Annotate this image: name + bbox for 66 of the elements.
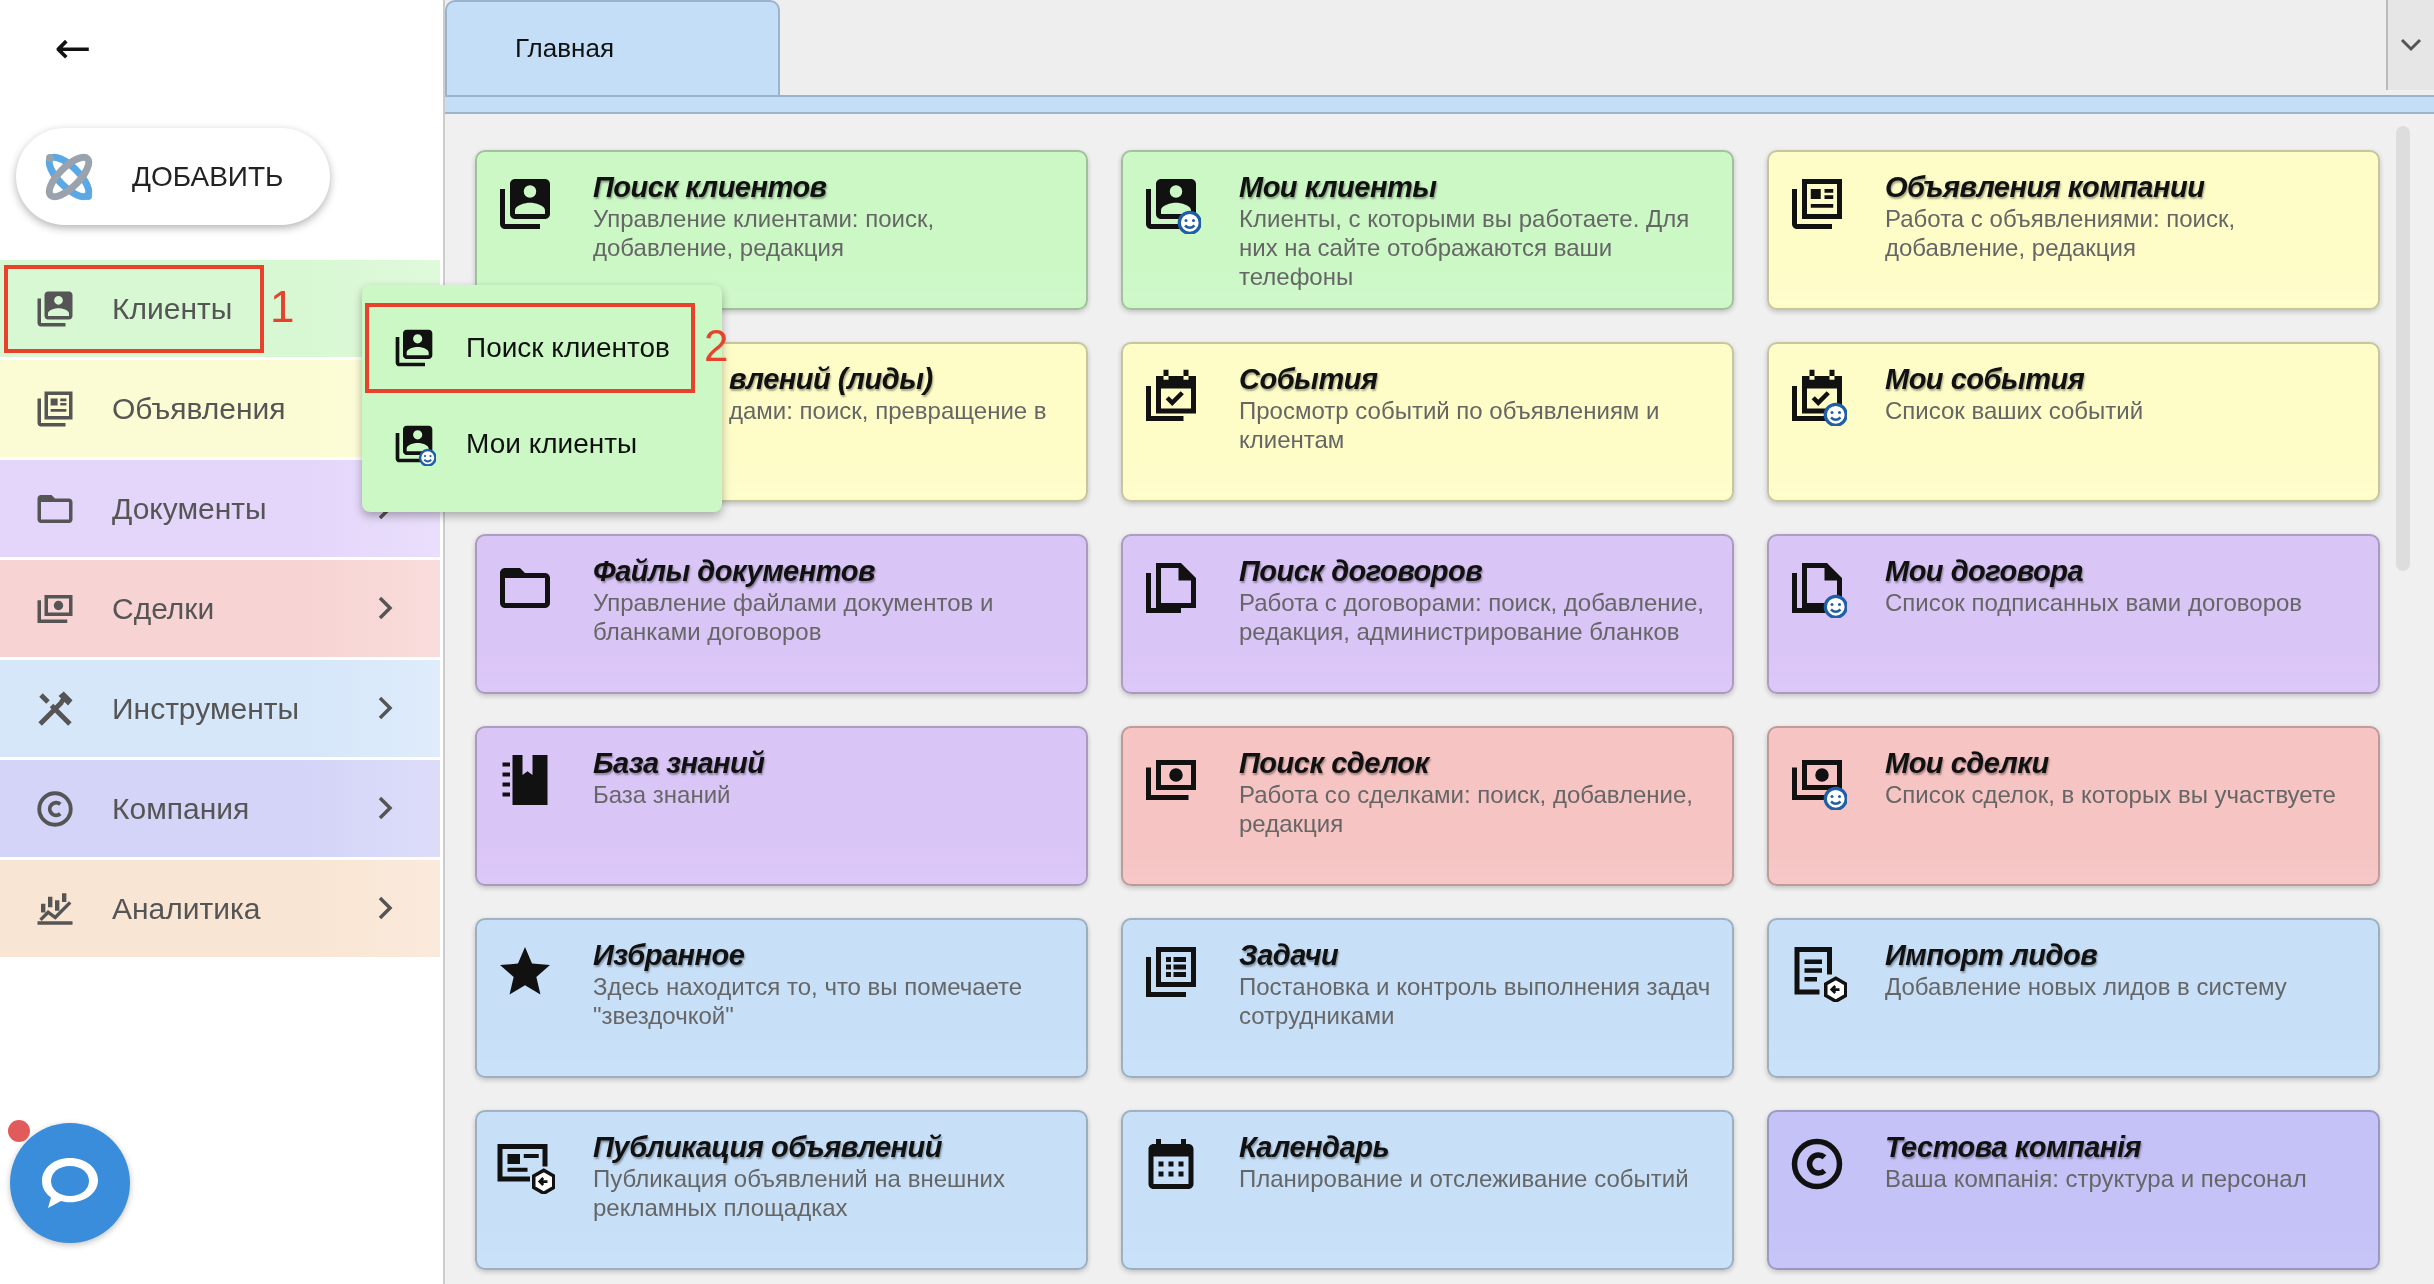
card-title: Тестова компанія — [1885, 1130, 2143, 1164]
callout-number: 1 — [270, 282, 295, 332]
menu-card[interactable]: Избранное Здесь находится то, что вы помечаете "звездочкой" — [475, 918, 1088, 1078]
menu-card[interactable]: Тестова компанія Ваша компанія: структура и персонал — [1767, 1110, 2380, 1270]
card-description: Список сделок, в которых вы участвуете — [1885, 780, 2337, 809]
back-button[interactable]: ← — [50, 28, 96, 68]
chat-button[interactable] — [10, 1123, 130, 1243]
add-button[interactable]: ДОБАВИТЬ — [16, 128, 330, 225]
menu-card[interactable]: Публикация объявлений Публикация объявлений на внешних рекламных площадках — [475, 1110, 1088, 1270]
menu-card[interactable]: Мои сделки Список сделок, в которых вы участвуете — [1767, 726, 2380, 886]
menu-card[interactable]: Поиск сделок Работа со сделками: поиск, добавление, редакция — [1121, 726, 1734, 886]
card-title: влений (лиды) — [729, 362, 934, 396]
card-description: Управление файлами документов и бланками договоров — [593, 588, 995, 646]
menu-card[interactable]: Файлы документов Управление файлами документов и бланками договоров — [475, 534, 1088, 694]
menu-card[interactable]: Поиск клиентов Управление клиентами: поиск, добавление, редакция — [475, 150, 1088, 310]
card-title: Публикация объявлений — [593, 1130, 943, 1164]
card-description: дами: поиск, превращение в — [729, 396, 1048, 425]
card-title: Файлы документов — [593, 554, 876, 588]
card-title: Задачи — [1239, 938, 1340, 972]
chevron-down-icon — [2400, 38, 2422, 52]
card-title: Мои сделки — [1885, 746, 2050, 780]
sidebar-item[interactable]: Инструменты — [0, 660, 440, 757]
card-description: Ваша компанія: структура и персонал — [1885, 1164, 2308, 1193]
card-title: Объявления компании — [1885, 170, 2206, 204]
card-title: Поиск сделок — [1239, 746, 1431, 780]
card-title: События — [1239, 362, 1379, 396]
sidebar-item[interactable]: Документы — [0, 460, 440, 557]
menu-card[interactable]: Импорт лидов Добавление новых лидов в систему — [1767, 918, 2380, 1078]
card-description: Работа с объявлениями: поиск, добавление, редакция — [1885, 204, 2237, 262]
card-description: Постановка и контроль выполнения задач сотрудниками — [1239, 972, 1712, 1030]
card-description: Работа с договорами: поиск, добавление, редакция, администрирование бланков — [1239, 588, 1705, 646]
card-description: Добавление новых лидов в систему — [1885, 972, 2288, 1001]
menu-card[interactable]: Календарь Планирование и отслеживание событий — [1121, 1110, 1734, 1270]
card-title: Мои клиенты — [1239, 170, 1438, 204]
card-description: Просмотр событий по объявлениям и клиентам — [1239, 396, 1661, 454]
menu-card[interactable]: События Просмотр событий по объявлениям и клиентам — [1121, 342, 1734, 502]
card-title: Поиск клиентов — [593, 170, 828, 204]
card-description: База знаний — [593, 780, 732, 809]
menu-card[interactable]: Мои клиенты Клиенты, с которыми вы работаете. Для них на сайте отображаются ваши телефоны — [1121, 150, 1734, 310]
card-title: Поиск договоров — [1239, 554, 1484, 588]
card-title: Мои события — [1885, 362, 2086, 396]
card-description: Список подписанных вами договоров — [1885, 588, 2304, 617]
card-description: Планирование и отслеживание событий — [1239, 1164, 1690, 1193]
menu-card[interactable]: Поиск договоров Работа с договорами: поиск, добавление, редакция, администрирование бланков — [1121, 534, 1734, 694]
tab[interactable]: Главная — [445, 0, 780, 95]
sidebar-item[interactable]: Аналитика — [0, 860, 440, 957]
menu-card[interactable]: Мои события Список ваших событий — [1767, 342, 2380, 502]
card-title: Избранное — [593, 938, 746, 972]
card-title: База знаний — [593, 746, 766, 780]
card-description: Публикация объявлений на внешних рекламных площадках — [593, 1164, 1006, 1222]
sidebar-item[interactable]: Компания — [0, 760, 440, 857]
card-title: Мои договора — [1885, 554, 2085, 588]
card-description: Список ваших событий — [1885, 396, 2145, 425]
card-title: Календарь — [1239, 1130, 1391, 1164]
menu-card[interactable]: База знаний База знаний — [475, 726, 1088, 886]
card-description: Работа со сделками: поиск, добавление, редакция — [1239, 780, 1695, 838]
menu-card[interactable]: Задачи Постановка и контроль выполнения задач сотрудниками — [1121, 918, 1734, 1078]
card-description: Управление клиентами: поиск, добавление, редакция — [593, 204, 936, 262]
menu-card[interactable]: Мои договора Список подписанных вами договоров — [1767, 534, 2380, 694]
card-title: Импорт лидов — [1885, 938, 2099, 972]
dropdown-button[interactable] — [2386, 0, 2434, 90]
sidebar-item[interactable]: Сделки — [0, 560, 440, 657]
card-description: Клиенты, с которыми вы работаете. Для них на сайте отображаются ваши телефоны — [1239, 204, 1691, 291]
card-description: Здесь находится то, что вы помечаете "звездочкой" — [593, 972, 1024, 1030]
menu-card[interactable]: Объявления компании Работа с объявлениями: поиск, добавление, редакция — [1767, 150, 2380, 310]
chat-bubble-icon — [39, 1155, 101, 1211]
